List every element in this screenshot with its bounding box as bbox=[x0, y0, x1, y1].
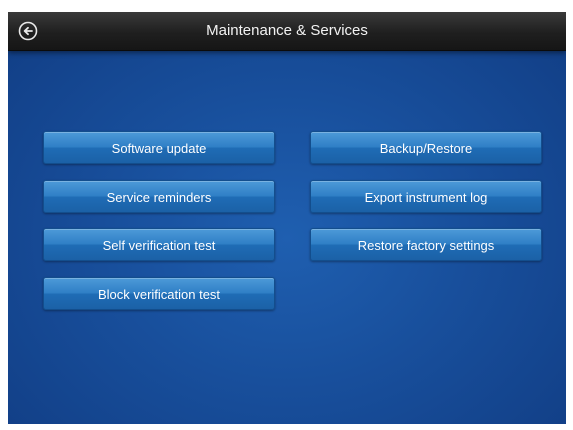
backup-restore-button[interactable]: Backup/Restore bbox=[310, 131, 542, 164]
block-verification-test-button[interactable]: Block verification test bbox=[43, 277, 275, 310]
self-verification-test-button[interactable]: Self verification test bbox=[43, 228, 275, 261]
maintenance-screen: Maintenance & Services Software update S… bbox=[8, 12, 566, 424]
software-update-button[interactable]: Software update bbox=[43, 131, 275, 164]
service-reminders-button[interactable]: Service reminders bbox=[43, 180, 275, 213]
restore-factory-settings-button[interactable]: Restore factory settings bbox=[310, 228, 542, 261]
title-bar: Maintenance & Services bbox=[8, 12, 566, 51]
page-title: Maintenance & Services bbox=[206, 22, 368, 39]
export-instrument-log-button[interactable]: Export instrument log bbox=[310, 180, 542, 213]
